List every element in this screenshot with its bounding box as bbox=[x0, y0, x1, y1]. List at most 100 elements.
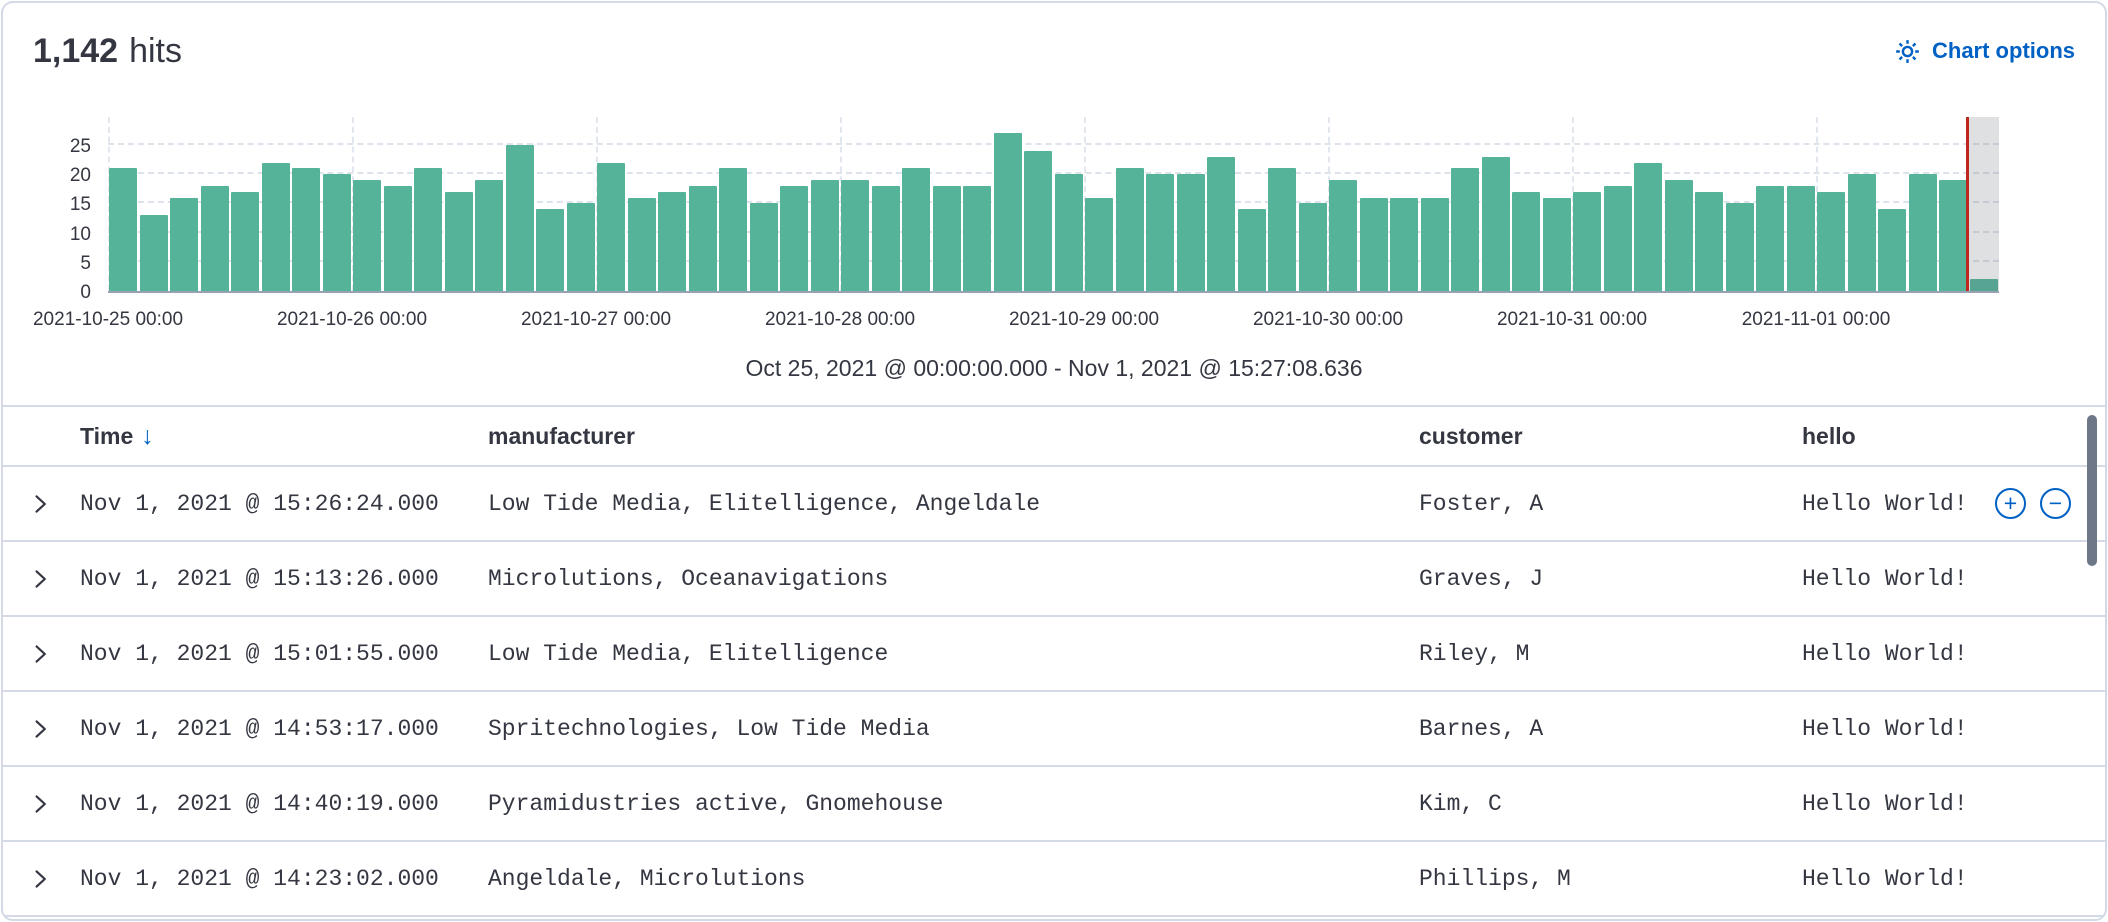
histogram-bar[interactable] bbox=[567, 203, 595, 291]
histogram-bar[interactable] bbox=[628, 198, 656, 291]
column-header-manufacturer[interactable]: manufacturer bbox=[488, 423, 1419, 450]
chart-plot[interactable] bbox=[108, 117, 1999, 293]
chevron-right-icon bbox=[29, 493, 51, 515]
column-header-label: Time bbox=[80, 423, 133, 450]
expand-row-button[interactable] bbox=[29, 793, 51, 815]
histogram-bar[interactable] bbox=[1573, 192, 1601, 291]
x-axis-tick-label: 2021-10-30 00:00 bbox=[1253, 309, 1403, 331]
histogram-bar[interactable] bbox=[1451, 168, 1479, 291]
expand-row-button[interactable] bbox=[29, 493, 51, 515]
histogram-bar[interactable] bbox=[658, 192, 686, 291]
hits-label: hits bbox=[129, 32, 182, 71]
histogram-bar[interactable] bbox=[1116, 168, 1144, 291]
filter-for-button[interactable]: + bbox=[1995, 488, 2026, 519]
histogram-bar[interactable] bbox=[262, 163, 290, 291]
histogram-bar[interactable] bbox=[872, 186, 900, 291]
x-axis-tick-label: 2021-10-27 00:00 bbox=[521, 309, 671, 331]
histogram-bar[interactable] bbox=[384, 186, 412, 291]
cell-time: Nov 1, 2021 @ 14:23:02.000 bbox=[80, 866, 488, 892]
row-hover-actions: +− bbox=[1995, 488, 2071, 519]
histogram-bar[interactable] bbox=[1787, 186, 1815, 291]
histogram-bar[interactable] bbox=[1299, 203, 1327, 291]
y-axis-tick-label: 0 bbox=[3, 281, 91, 305]
cell-time: Nov 1, 2021 @ 14:40:19.000 bbox=[80, 791, 488, 817]
histogram-bar[interactable] bbox=[1238, 209, 1266, 291]
filter-out-button[interactable]: − bbox=[2040, 488, 2071, 519]
histogram-bar[interactable] bbox=[1177, 174, 1205, 291]
histogram-bar[interactable] bbox=[1878, 209, 1906, 291]
histogram-bar[interactable] bbox=[1817, 192, 1845, 291]
histogram-bar[interactable] bbox=[506, 145, 534, 291]
expand-row-button[interactable] bbox=[29, 718, 51, 740]
column-header-time[interactable]: Time ↓ bbox=[80, 423, 488, 450]
histogram-bar[interactable] bbox=[536, 209, 564, 291]
histogram-bar[interactable] bbox=[811, 180, 839, 291]
column-header-customer[interactable]: customer bbox=[1419, 423, 1802, 450]
histogram-bar[interactable] bbox=[963, 186, 991, 291]
histogram-bar[interactable] bbox=[1665, 180, 1693, 291]
table-scrollbar[interactable] bbox=[2087, 415, 2097, 566]
cell-manufacturer: Angeldale, Microlutions bbox=[488, 866, 1419, 892]
histogram-bar[interactable] bbox=[1634, 163, 1662, 291]
histogram-bar[interactable] bbox=[1482, 157, 1510, 291]
histogram-bar[interactable] bbox=[1756, 186, 1784, 291]
y-axis-tick-label: 15 bbox=[3, 193, 91, 217]
column-header-hello[interactable]: hello bbox=[1802, 423, 2105, 450]
histogram-bar[interactable] bbox=[719, 168, 747, 291]
x-axis-tick-label: 2021-11-01 00:00 bbox=[1742, 309, 1891, 331]
histogram-bar[interactable] bbox=[1512, 192, 1540, 291]
histogram-bar[interactable] bbox=[170, 198, 198, 291]
histogram-bar[interactable] bbox=[933, 186, 961, 291]
histogram-bar[interactable] bbox=[323, 174, 351, 291]
histogram-bar[interactable] bbox=[109, 168, 137, 291]
x-axis-tick-label: 2021-10-28 00:00 bbox=[765, 309, 915, 331]
cell-manufacturer: Microlutions, Oceanavigations bbox=[488, 566, 1419, 592]
histogram-bar[interactable] bbox=[1055, 174, 1083, 291]
cell-customer: Riley, M bbox=[1419, 641, 1802, 667]
histogram-bar[interactable] bbox=[1329, 180, 1357, 291]
histogram-bar[interactable] bbox=[1268, 168, 1296, 291]
histogram-bar[interactable] bbox=[414, 168, 442, 291]
histogram-bar[interactable] bbox=[475, 180, 503, 291]
histogram-bar[interactable] bbox=[1085, 198, 1113, 291]
histogram-bar[interactable] bbox=[841, 180, 869, 291]
cell-hello: Hello World! bbox=[1802, 491, 1968, 517]
histogram-bar[interactable] bbox=[1024, 151, 1052, 291]
histogram-bar[interactable] bbox=[1848, 174, 1876, 291]
column-header-label: hello bbox=[1802, 423, 1856, 450]
x-axis-tick-label: 2021-10-31 00:00 bbox=[1497, 309, 1647, 331]
chart-options-button[interactable]: Chart options bbox=[1894, 38, 2075, 65]
sort-desc-icon[interactable]: ↓ bbox=[141, 424, 154, 449]
histogram-bar[interactable] bbox=[902, 168, 930, 291]
histogram-bar[interactable] bbox=[689, 186, 717, 291]
gear-icon bbox=[1894, 38, 1921, 65]
histogram-bar[interactable] bbox=[1604, 186, 1632, 291]
histogram-bar[interactable] bbox=[1421, 198, 1449, 291]
histogram-bar[interactable] bbox=[1390, 198, 1418, 291]
histogram-bar[interactable] bbox=[140, 215, 168, 291]
histogram-bar[interactable] bbox=[994, 133, 1022, 291]
histogram-bar[interactable] bbox=[231, 192, 259, 291]
histogram-bar[interactable] bbox=[1909, 174, 1937, 291]
expand-row-button[interactable] bbox=[29, 643, 51, 665]
histogram-bar[interactable] bbox=[1207, 157, 1235, 291]
chevron-right-icon bbox=[29, 793, 51, 815]
histogram-bar[interactable] bbox=[750, 203, 778, 291]
histogram-bar[interactable] bbox=[1726, 203, 1754, 291]
histogram-bar[interactable] bbox=[780, 186, 808, 291]
cell-time: Nov 1, 2021 @ 15:01:55.000 bbox=[80, 641, 488, 667]
histogram-bar[interactable] bbox=[445, 192, 473, 291]
histogram-bar[interactable] bbox=[1360, 198, 1388, 291]
histogram-bar[interactable] bbox=[201, 186, 229, 291]
cell-hello: Hello World! bbox=[1802, 716, 1968, 742]
histogram-bar[interactable] bbox=[1695, 192, 1723, 291]
histogram-bar[interactable] bbox=[1939, 180, 1967, 291]
histogram-bar[interactable] bbox=[1146, 174, 1174, 291]
histogram-bar[interactable] bbox=[597, 163, 625, 291]
histogram-bar[interactable] bbox=[1543, 198, 1571, 291]
expand-row-button[interactable] bbox=[29, 868, 51, 890]
histogram-bar[interactable] bbox=[353, 180, 381, 291]
expand-row-button[interactable] bbox=[29, 568, 51, 590]
histogram-bar[interactable] bbox=[292, 168, 320, 291]
cell-hello: Hello World! bbox=[1802, 866, 1968, 892]
